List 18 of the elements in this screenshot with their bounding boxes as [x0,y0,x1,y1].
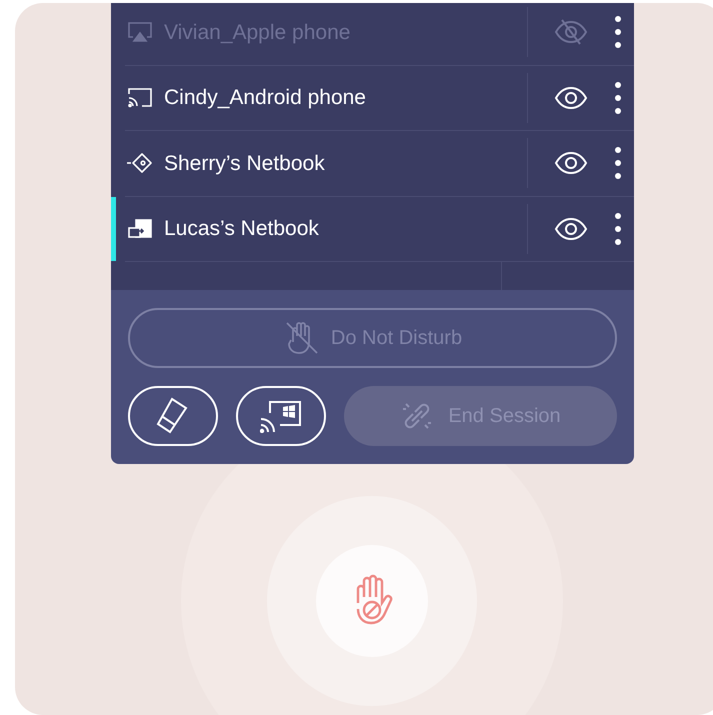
eye-icon[interactable] [554,84,588,111]
more-vertical-icon[interactable] [614,146,622,180]
device-name: Lucas’s Netbook [164,216,320,242]
tag-icon [126,151,154,176]
windows-cast-icon [260,399,302,433]
screen-cast-button[interactable] [236,386,326,446]
more-vertical-icon[interactable] [614,80,622,115]
screen-share-icon [126,216,154,241]
more-vertical-icon[interactable] [614,15,622,50]
eraser-button[interactable] [128,386,218,446]
eye-icon[interactable] [554,150,588,176]
eye-icon[interactable] [554,216,588,242]
device-name: Cindy_Android phone [164,85,367,111]
device-name: Sherry’s Netbook [164,150,326,176]
eraser-icon [156,397,190,435]
cast-icon [126,86,154,110]
more-vertical-icon[interactable] [614,212,622,246]
airplay-icon [126,20,154,44]
